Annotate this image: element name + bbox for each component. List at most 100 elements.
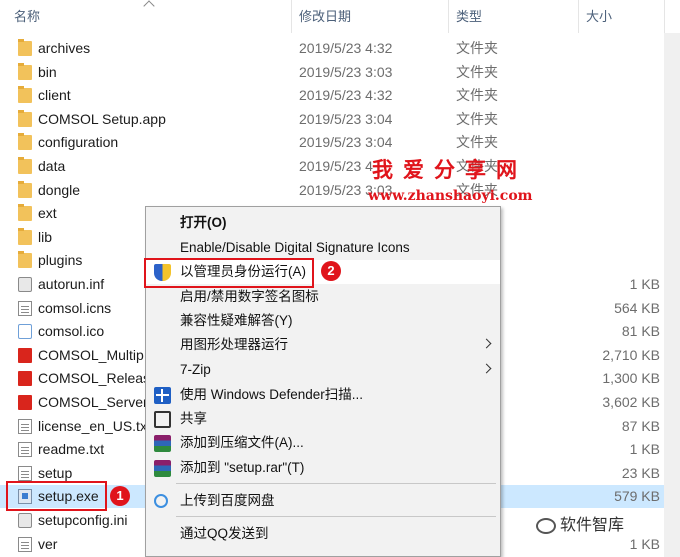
menu-item-label: 用图形处理器运行	[180, 337, 288, 352]
menu-item[interactable]: Enable/Disable Digital Signature Icons	[146, 236, 500, 260]
file-row[interactable]: data 2019/5/23 4 文件夹	[0, 155, 680, 178]
menu-item[interactable]: 上传到百度网盘	[146, 489, 500, 513]
file-size: 87 KB	[621, 417, 660, 434]
document-icon	[18, 536, 32, 552]
file-row[interactable]: configuration 2019/5/23 3:04 文件夹	[0, 131, 680, 154]
file-row[interactable]: COMSOL Setup.app 2019/5/23 3:04 文件夹	[0, 108, 680, 131]
document-icon	[18, 465, 32, 481]
baidu-netdisk-icon	[154, 494, 168, 508]
folder-icon	[18, 133, 32, 151]
file-row[interactable]: client 2019/5/23 4:32 文件夹	[0, 84, 680, 107]
document-icon	[18, 442, 32, 458]
file-date: 2019/5/23 3:03	[299, 63, 393, 80]
menu-item-label: Enable/Disable Digital Signature Icons	[180, 240, 410, 255]
settings-file-icon	[18, 277, 32, 292]
step-badge-1: 1	[110, 486, 130, 506]
menu-item[interactable]: 通过QQ发送到	[146, 522, 500, 546]
menu-item[interactable]: 打开(O)	[146, 211, 500, 235]
file-name: ext	[38, 205, 57, 222]
file-row[interactable]: dongle 2019/5/23 3:03 文件夹	[0, 179, 680, 202]
settings-file-icon	[18, 513, 32, 528]
file-name: lib	[38, 228, 53, 245]
file-name: bin	[38, 63, 57, 80]
menu-item[interactable]: 共享	[146, 407, 500, 431]
file-date: 2019/5/23 3:04	[299, 134, 393, 151]
highlight-box-setup-exe	[6, 481, 107, 511]
file-name: setupconfig.ini	[38, 512, 128, 528]
file-name: comsol.icns	[38, 299, 112, 316]
defender-icon	[154, 387, 171, 404]
share-icon	[154, 411, 171, 428]
file-date: 2019/5/23 3:04	[299, 110, 393, 127]
file-type: 文件夹	[456, 110, 498, 127]
folder-icon	[18, 109, 32, 127]
folder-icon	[18, 62, 32, 80]
vertical-scrollbar[interactable]	[664, 33, 680, 557]
folder-icon	[18, 251, 32, 269]
file-size: 579 KB	[614, 488, 660, 505]
file-name: comsol.ico	[38, 323, 105, 340]
file-size: 23 KB	[621, 464, 660, 481]
file-name: license_en_US.tx	[38, 417, 147, 434]
menu-item-label: 添加到 "setup.rar"(T)	[180, 460, 305, 475]
column-header: 名称 修改日期 类型 大小	[0, 0, 680, 33]
menu-item[interactable]: 启用/禁用数字签名图标	[146, 285, 500, 309]
file-name: plugins	[38, 252, 83, 269]
menu-item-label: 共享	[180, 411, 207, 426]
file-name: COMSOL_Releas	[38, 370, 151, 387]
menu-item[interactable]: 兼容性疑难解答(Y)	[146, 309, 500, 333]
file-size: 81 KB	[621, 323, 660, 340]
menu-separator	[176, 516, 496, 517]
file-size: 1,300 KB	[602, 370, 660, 387]
file-date: 2019/5/23 4:32	[299, 40, 393, 56]
column-date[interactable]: 修改日期	[291, 0, 448, 33]
file-type: 文件夹	[456, 87, 498, 104]
folder-icon	[18, 227, 32, 245]
file-date: 2019/5/23 4:32	[299, 87, 393, 104]
winrar-icon	[154, 460, 171, 477]
file-type: 文件夹	[456, 40, 498, 56]
menu-item-label: 使用 Windows Defender扫描...	[180, 387, 364, 402]
file-date: 2019/5/23 4	[299, 158, 373, 174]
file-size: 3,602 KB	[602, 394, 660, 410]
folder-icon	[18, 204, 32, 222]
folder-icon	[18, 180, 32, 198]
file-name: data	[38, 158, 66, 174]
menu-item[interactable]: 使用 Windows Defender扫描...	[146, 383, 500, 407]
column-divider[interactable]	[664, 0, 665, 33]
menu-item-label: 通过QQ发送到	[180, 526, 269, 541]
file-name: client	[38, 87, 71, 104]
menu-item-label: 7-Zip	[180, 362, 211, 377]
menu-item[interactable]: 添加到压缩文件(A)...	[146, 431, 500, 455]
wechat-logo-icon	[536, 518, 556, 534]
file-name: archives	[38, 40, 91, 56]
winrar-icon	[154, 435, 171, 452]
column-type[interactable]: 类型	[448, 0, 578, 33]
column-size[interactable]: 大小	[578, 0, 664, 33]
menu-item[interactable]: 添加到 "setup.rar"(T)	[146, 456, 500, 480]
file-row[interactable]: archives 2019/5/23 4:32 文件夹	[0, 37, 680, 60]
highlight-box-run-as-admin	[144, 258, 314, 288]
file-name: readme.txt	[38, 441, 105, 458]
file-row[interactable]: bin 2019/5/23 3:03 文件夹	[0, 61, 680, 84]
chevron-right-icon	[481, 363, 492, 374]
file-name: COMSOL Setup.app	[38, 110, 166, 127]
pdf-icon	[18, 395, 32, 410]
file-name: COMSOL_Server	[38, 394, 148, 410]
watermark-title: 我爱分享网	[372, 158, 527, 182]
file-size: 1 KB	[629, 276, 660, 292]
brand-label: 软件智库	[560, 517, 625, 534]
menu-item[interactable]: 7-Zip	[146, 358, 500, 382]
ico-file-icon	[18, 324, 32, 340]
chevron-right-icon	[481, 338, 492, 349]
watermark-url: www.zhanshaoyi.com	[368, 188, 533, 204]
file-type: 文件夹	[456, 134, 498, 151]
pdf-icon	[18, 347, 32, 363]
menu-item-label: 打开(O)	[180, 215, 227, 230]
file-name: ver	[38, 535, 58, 552]
pdf-icon	[18, 371, 32, 387]
menu-item-label: 启用/禁用数字签名图标	[180, 289, 319, 304]
menu-item[interactable]: 用图形处理器运行	[146, 333, 500, 357]
folder-icon	[18, 86, 32, 104]
menu-separator	[176, 483, 496, 484]
